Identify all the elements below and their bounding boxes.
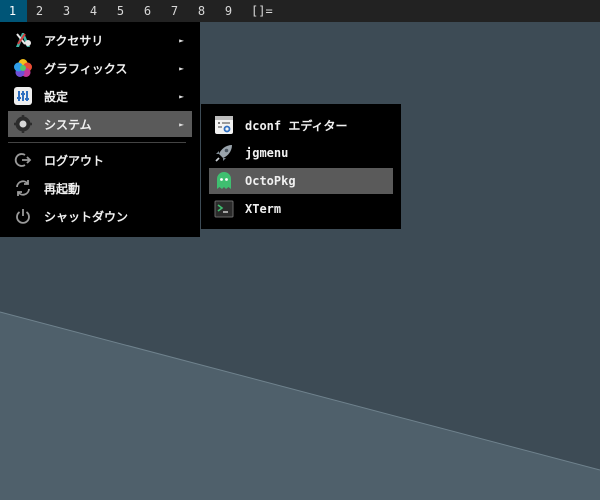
menu-item-label: 設定: [44, 89, 69, 104]
menu-item-logout[interactable]: ログアウト: [8, 147, 192, 173]
power-icon: [12, 205, 34, 227]
system-icon: [12, 113, 34, 135]
menu-item-label: グラフィックス: [44, 61, 128, 76]
tag-9[interactable]: 9: [216, 0, 243, 22]
tag-5[interactable]: 5: [108, 0, 135, 22]
graphics-icon: [12, 57, 34, 79]
submenu-item-jgmenu[interactable]: jgmenu: [209, 140, 393, 166]
tag-4[interactable]: 4: [81, 0, 108, 22]
menu-item-graphics[interactable]: グラフィックス ►: [8, 55, 192, 81]
menu-item-accessories[interactable]: アクセサリ ►: [8, 27, 192, 53]
octopkg-ghost-icon: [213, 170, 235, 192]
menu-item-settings[interactable]: 設定 ►: [8, 83, 192, 109]
menu-item-restart[interactable]: 再起動: [8, 175, 192, 201]
main-menu: アクセサリ ► グラフィックス ► 設定 ► システム ► ログアウト 再起動 …: [0, 22, 200, 237]
menu-item-label: システム: [44, 117, 92, 132]
submenu-arrow-icon: ►: [179, 91, 184, 101]
submenu-arrow-icon: ►: [179, 35, 184, 45]
tag-2[interactable]: 2: [27, 0, 54, 22]
submenu-item-xterm[interactable]: XTerm: [209, 196, 393, 222]
layout-indicator[interactable]: []=: [251, 0, 273, 22]
dconf-editor-icon: [213, 114, 235, 136]
submenu-arrow-icon: ►: [179, 119, 184, 129]
logout-icon: [12, 149, 34, 171]
terminal-icon: [213, 198, 235, 220]
accessories-icon: [12, 29, 34, 51]
submenu-item-dconf-editor[interactable]: dconf エディター: [209, 112, 393, 138]
menu-item-label: 再起動: [44, 181, 81, 196]
settings-icon: [12, 85, 34, 107]
tag-7[interactable]: 7: [162, 0, 189, 22]
menu-item-system[interactable]: システム ►: [8, 111, 192, 137]
tag-8[interactable]: 8: [189, 0, 216, 22]
submenu-arrow-icon: ►: [179, 63, 184, 73]
submenu-item-label: XTerm: [245, 202, 282, 216]
restart-icon: [12, 177, 34, 199]
rocket-icon: [213, 142, 235, 164]
tag-3[interactable]: 3: [54, 0, 81, 22]
system-submenu: dconf エディター jgmenu OctoPkg XTerm: [201, 104, 401, 229]
menu-item-label: アクセサリ: [44, 33, 104, 48]
tag-6[interactable]: 6: [135, 0, 162, 22]
tag-1[interactable]: 1: [0, 0, 27, 22]
submenu-item-label: jgmenu: [245, 146, 289, 160]
menu-item-label: シャットダウン: [44, 209, 129, 224]
submenu-item-label: dconf エディター: [245, 118, 348, 133]
top-bar: 1 2 3 4 5 6 7 8 9 []=: [0, 0, 600, 22]
submenu-item-octopkg[interactable]: OctoPkg: [209, 168, 393, 194]
menu-item-label: ログアウト: [44, 153, 105, 168]
menu-separator: [8, 142, 186, 143]
submenu-item-label: OctoPkg: [245, 174, 296, 188]
menu-item-shutdown[interactable]: シャットダウン: [8, 203, 192, 229]
